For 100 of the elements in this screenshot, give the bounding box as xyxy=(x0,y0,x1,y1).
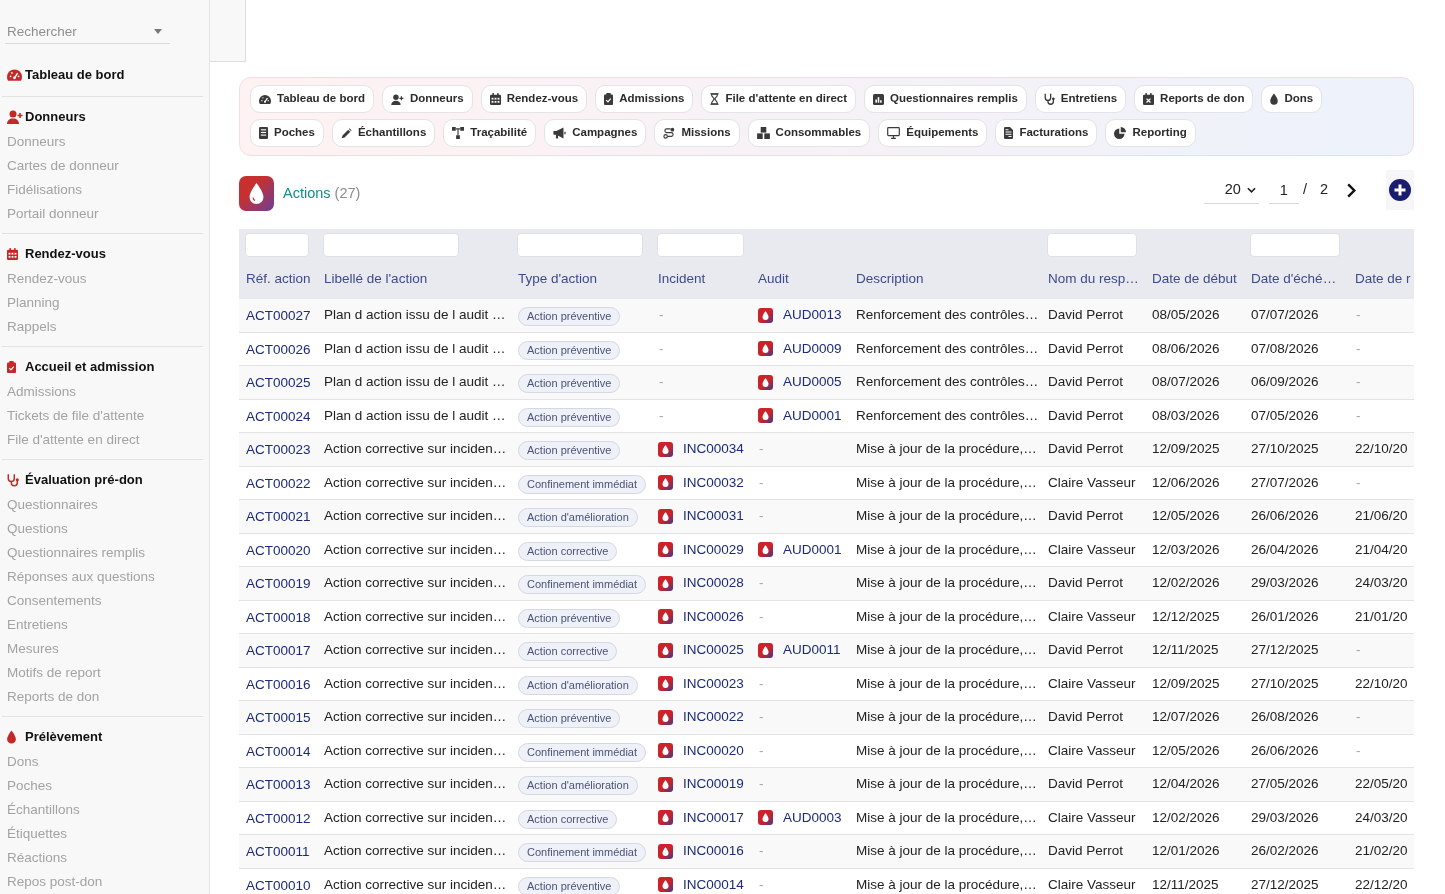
incident-link[interactable]: INC00016 xyxy=(683,841,744,862)
clipboard-check-icon xyxy=(604,93,614,105)
module-tab[interactable]: Équipements xyxy=(878,119,988,147)
filter-field[interactable] xyxy=(323,232,459,257)
table-cell: 21/02/20 xyxy=(1348,834,1414,869)
page-size-select[interactable]: 20 xyxy=(1203,176,1259,204)
incident-link[interactable]: INC00032 xyxy=(683,472,744,493)
module-tab[interactable]: Consommables xyxy=(747,119,871,147)
action-ref-link[interactable]: ACT00010 xyxy=(246,877,311,893)
table-cell: 07/05/2026 xyxy=(1244,399,1348,433)
module-tab[interactable]: Rendez-vous xyxy=(480,85,588,113)
drop-tile-icon xyxy=(758,307,773,323)
filter-field[interactable] xyxy=(1250,232,1340,257)
audit-link[interactable]: AUD0001 xyxy=(783,539,842,560)
module-tab[interactable]: Échantillons xyxy=(331,119,436,147)
incident-link[interactable]: INC00019 xyxy=(683,774,744,795)
section-heading[interactable]: Tableau de bord xyxy=(25,65,125,85)
table-cell: David Perrot xyxy=(1041,499,1145,534)
action-ref-link[interactable]: ACT00011 xyxy=(246,844,310,860)
incident-link[interactable]: INC00014 xyxy=(683,874,744,894)
incident-link[interactable]: INC00017 xyxy=(683,807,744,828)
audit-link[interactable]: AUD0013 xyxy=(783,304,842,326)
drop-tile-icon xyxy=(758,374,773,390)
action-ref-link[interactable]: ACT00013 xyxy=(246,777,311,793)
bar-chart-icon xyxy=(873,93,884,105)
drop-tile-icon xyxy=(658,508,673,524)
incident-link[interactable]: INC00020 xyxy=(683,740,744,761)
filter-field[interactable] xyxy=(245,232,309,257)
audit-link[interactable]: AUD0009 xyxy=(783,338,842,359)
filter-field[interactable] xyxy=(657,232,744,257)
module-tab[interactable]: Dons xyxy=(1261,85,1323,113)
module-tab[interactable]: Reporting xyxy=(1105,119,1196,147)
action-ref-link[interactable]: ACT00026 xyxy=(246,341,311,357)
column-header[interactable]: Type d'action xyxy=(511,260,651,299)
column-header[interactable]: Nom du resp… xyxy=(1041,260,1145,299)
column-header[interactable]: Audit xyxy=(751,260,849,299)
column-header[interactable]: Réf. action xyxy=(239,260,317,299)
action-ref-link[interactable]: ACT00012 xyxy=(246,810,311,826)
filter-field[interactable] xyxy=(517,232,643,257)
audit-link[interactable]: AUD0011 xyxy=(783,640,841,661)
module-tab[interactable]: Campagnes xyxy=(544,119,647,147)
action-ref-link[interactable]: ACT00016 xyxy=(246,676,311,692)
module-tab[interactable]: Poches xyxy=(250,119,324,147)
audit-link[interactable]: AUD0001 xyxy=(783,405,842,426)
incident-link[interactable]: INC00028 xyxy=(683,573,744,594)
incident-link[interactable]: INC00034 xyxy=(683,439,744,460)
page-input[interactable]: 1 xyxy=(1268,176,1299,204)
column-header[interactable]: Libellé de l'action xyxy=(317,260,511,299)
section-heading[interactable]: Accueil et admission xyxy=(25,357,155,377)
module-tab[interactable]: Questionnaires remplis xyxy=(864,85,1027,113)
column-header[interactable]: Date de début xyxy=(1145,260,1244,299)
type-tag: Action préventive xyxy=(518,407,621,427)
search-field[interactable]: Rechercher xyxy=(5,20,154,44)
drop-tile-icon xyxy=(658,609,673,625)
action-ref-link[interactable]: ACT00020 xyxy=(246,542,311,558)
audit-link[interactable]: AUD0003 xyxy=(783,807,842,828)
filter-field[interactable] xyxy=(1047,232,1137,257)
module-tab[interactable]: Missions xyxy=(654,119,740,147)
drop-tile-icon xyxy=(658,743,673,759)
module-tab[interactable]: File d'attente en direct xyxy=(701,85,856,113)
action-ref-link[interactable]: ACT00019 xyxy=(246,576,311,592)
section-heading[interactable]: Donneurs xyxy=(25,107,86,127)
action-ref-link[interactable]: ACT00017 xyxy=(246,643,311,659)
action-ref-link[interactable]: ACT00024 xyxy=(246,408,311,424)
module-tab[interactable]: Facturations xyxy=(995,119,1098,147)
add-button[interactable] xyxy=(1386,170,1414,210)
action-ref-link[interactable]: ACT00027 xyxy=(246,308,311,324)
incident-link[interactable]: INC00031 xyxy=(683,506,744,527)
section-heading[interactable]: Rendez-vous xyxy=(25,244,106,264)
drop-tile-icon xyxy=(658,575,673,591)
table-cell: - xyxy=(751,700,849,735)
module-tab[interactable]: Entretiens xyxy=(1034,85,1127,113)
route-icon xyxy=(663,127,676,139)
incident-link[interactable]: INC00022 xyxy=(683,707,744,728)
table-cell: 08/07/2026 xyxy=(1145,365,1244,400)
incident-link[interactable]: INC00023 xyxy=(683,673,744,694)
module-tab[interactable]: Traçabilité xyxy=(443,119,537,147)
column-header[interactable]: Date d'éché… xyxy=(1244,260,1348,299)
module-tab[interactable]: Tableau de bord xyxy=(250,85,374,113)
incident-link[interactable]: INC00029 xyxy=(683,539,744,560)
action-ref-link[interactable]: ACT00022 xyxy=(246,475,311,491)
module-tab[interactable]: Donneurs xyxy=(381,85,473,113)
audit-link[interactable]: AUD0005 xyxy=(783,372,842,393)
action-ref-link[interactable]: ACT00025 xyxy=(246,375,311,391)
column-header[interactable]: Description xyxy=(849,260,1041,299)
action-ref-link[interactable]: ACT00014 xyxy=(246,743,311,759)
action-ref-link[interactable]: ACT00018 xyxy=(246,609,311,625)
section-heading[interactable]: Évaluation pré-don xyxy=(25,470,143,490)
action-ref-link[interactable]: ACT00023 xyxy=(246,442,311,458)
gauge-icon xyxy=(7,69,22,81)
incident-link[interactable]: INC00025 xyxy=(683,640,744,661)
column-header[interactable]: Incident xyxy=(651,260,751,299)
module-tab[interactable]: Reports de don xyxy=(1134,85,1254,113)
drop-tile-icon xyxy=(658,776,673,792)
section-heading[interactable]: Prélèvement xyxy=(25,727,103,747)
action-ref-link[interactable]: ACT00015 xyxy=(246,710,311,726)
action-ref-link[interactable]: ACT00021 xyxy=(246,509,311,525)
column-header[interactable]: Date de r xyxy=(1348,260,1414,299)
incident-link[interactable]: INC00026 xyxy=(683,606,744,627)
module-tab[interactable]: Admissions xyxy=(595,85,694,113)
